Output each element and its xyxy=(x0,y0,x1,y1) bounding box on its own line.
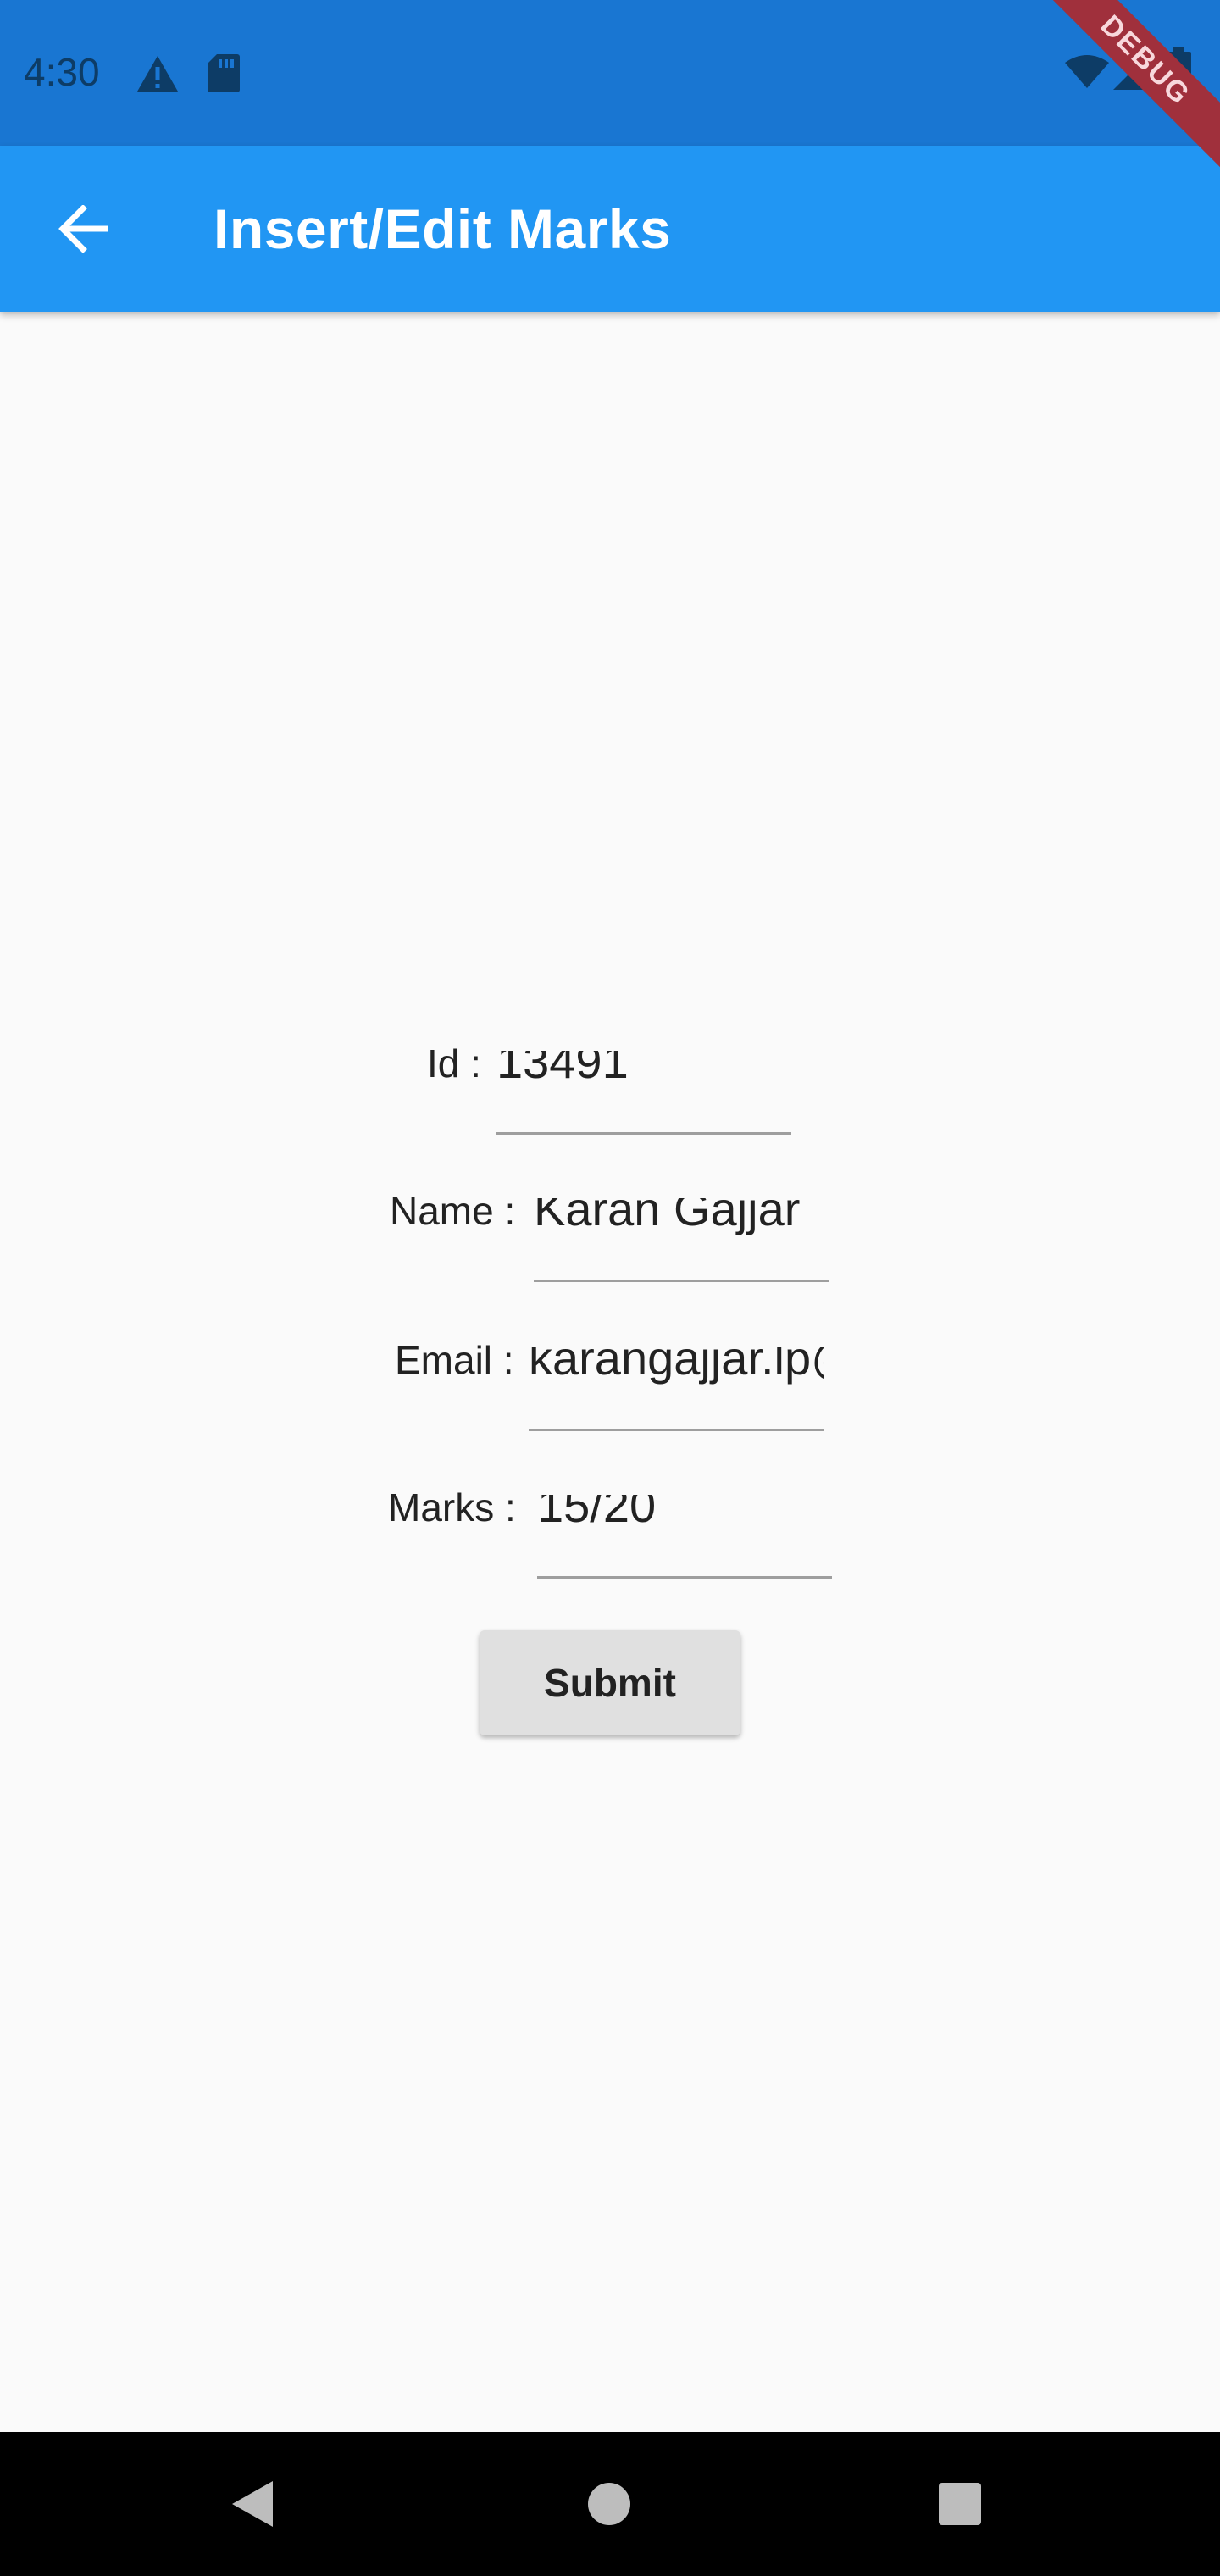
marks-value: 15/20 xyxy=(537,1495,657,1532)
name-field[interactable]: Karan Gajjar xyxy=(534,1198,829,1282)
back-button[interactable] xyxy=(44,188,125,269)
status-bar: 4:30 xyxy=(0,0,1220,146)
home-circle-icon[interactable] xyxy=(586,2481,632,2531)
email-field[interactable]: karangajjar.lp@ xyxy=(529,1347,824,1431)
back-triangle-icon[interactable] xyxy=(230,2479,274,2533)
app-bar: Insert/Edit Marks xyxy=(0,146,1220,312)
submit-button[interactable]: Submit xyxy=(480,1630,740,1735)
id-value: 13491 xyxy=(496,1051,629,1088)
arrow-left-icon xyxy=(58,205,108,253)
marks-label: Marks : xyxy=(388,1485,516,1530)
name-label: Name : xyxy=(390,1189,516,1233)
status-time: 4:30 xyxy=(24,50,100,94)
system-nav-bar xyxy=(0,2432,1220,2576)
id-field[interactable]: 13491 xyxy=(496,1051,791,1135)
marks-field[interactable]: 15/20 xyxy=(537,1495,832,1579)
id-label: Id : xyxy=(427,1041,481,1085)
recents-square-icon[interactable] xyxy=(937,2481,983,2531)
name-value: Karan Gajjar xyxy=(534,1198,801,1235)
wifi-icon xyxy=(1064,54,1110,94)
page-title: Insert/Edit Marks xyxy=(214,197,672,260)
email-value: karangajjar.lp@ xyxy=(529,1347,824,1385)
email-label: Email : xyxy=(395,1338,514,1382)
sd-card-icon xyxy=(207,53,241,97)
warning-icon xyxy=(136,54,180,97)
